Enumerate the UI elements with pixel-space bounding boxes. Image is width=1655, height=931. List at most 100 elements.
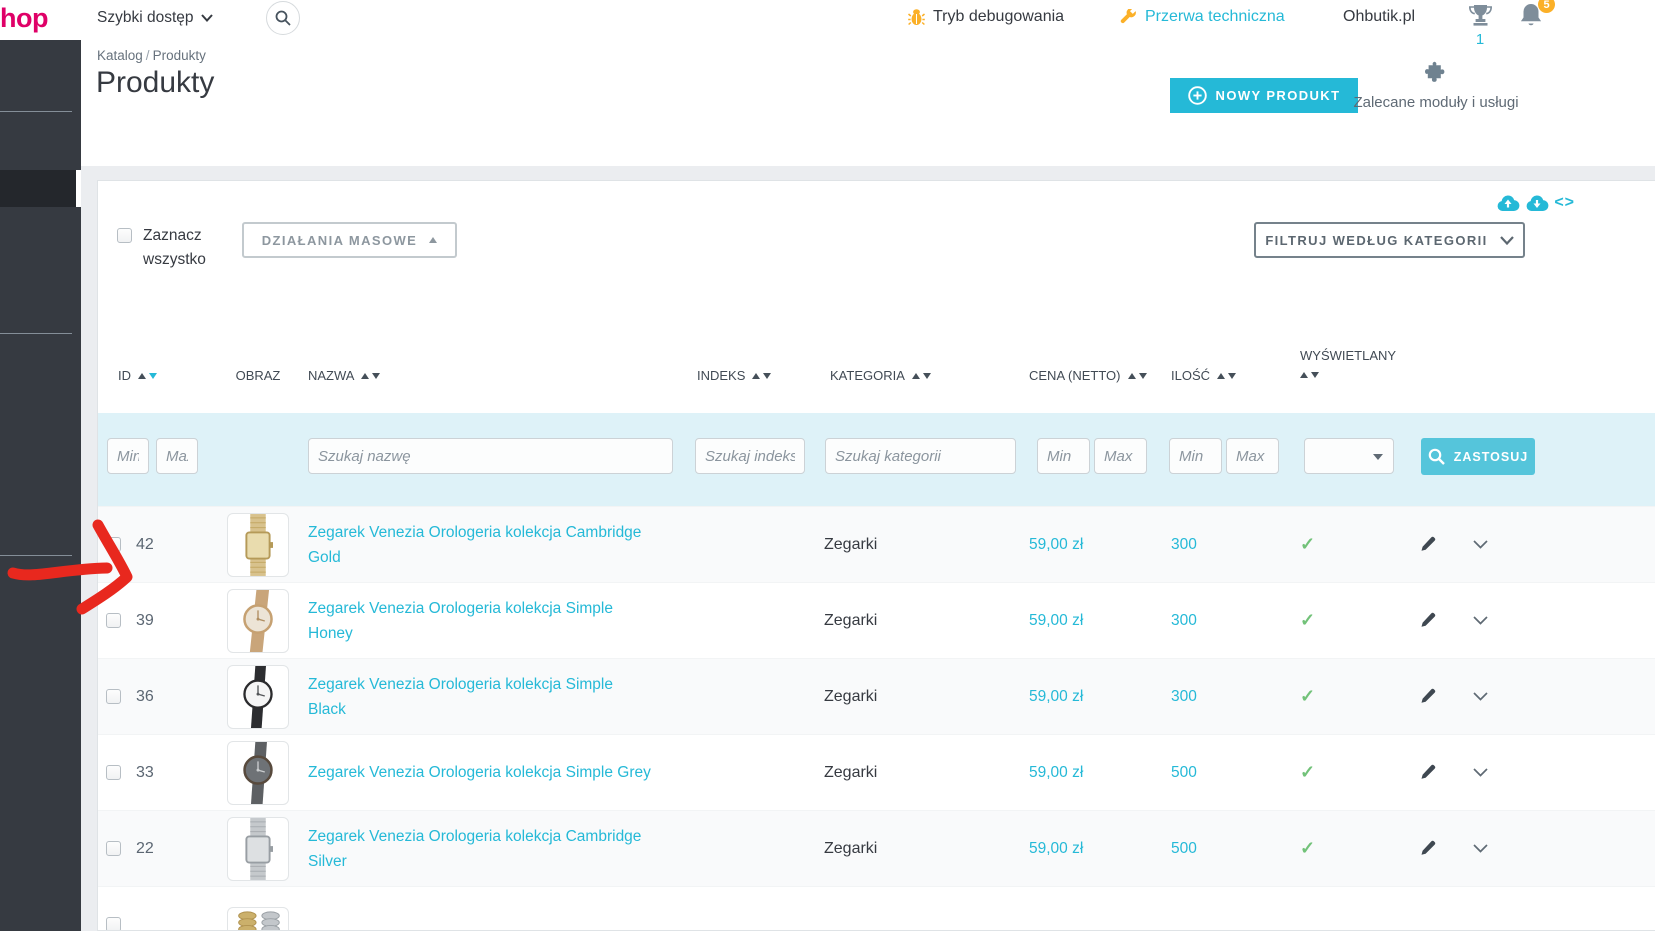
product-image-silver-rectangular-watch[interactable] — [227, 816, 289, 881]
filter-by-category-button[interactable]: FILTRUJ WEDŁUG KATEGORII — [1254, 222, 1525, 258]
product-name-link[interactable]: Zegarek Venezia Orologeria kolekcja Simp… — [308, 760, 653, 785]
displayed-check-icon[interactable]: ✓ — [1278, 838, 1413, 859]
sort-asc-icon[interactable] — [911, 372, 920, 379]
sidebar-item-active-catalog[interactable] — [0, 170, 76, 207]
search-button[interactable] — [266, 1, 300, 35]
sort-desc-icon[interactable] — [149, 372, 157, 379]
column-header-quantity[interactable]: ILOŚĆ — [1163, 368, 1278, 383]
filter-qty-max-input[interactable] — [1226, 438, 1279, 474]
sql-query-icon[interactable]: <> — [1554, 194, 1575, 212]
filter-qty-min-input[interactable] — [1169, 438, 1222, 474]
product-price[interactable]: 59,00 zł — [1013, 612, 1163, 630]
new-product-button[interactable]: NOWY PRODUKT — [1170, 78, 1358, 113]
table-row[interactable]: 36 Zegarek Venezia Orologeria kolekcja S… — [98, 658, 1655, 734]
column-header-id[interactable]: ID — [98, 368, 208, 383]
row-dropdown-chevron-icon[interactable] — [1473, 692, 1488, 701]
product-image-honey-round-watch[interactable] — [227, 588, 289, 653]
sort-desc-icon[interactable] — [1228, 372, 1237, 379]
sort-desc-icon[interactable] — [1138, 372, 1147, 379]
column-header-displayed[interactable]: WYŚWIETLANY — [1278, 347, 1413, 383]
product-quantity[interactable]: 300 — [1163, 612, 1278, 630]
filter-id-min-input[interactable] — [107, 438, 149, 474]
displayed-check-icon[interactable]: ✓ — [1278, 686, 1413, 707]
sort-asc-icon[interactable] — [361, 372, 370, 379]
row-checkbox[interactable] — [105, 765, 121, 780]
column-header-category[interactable]: KATEGORIA — [818, 368, 1013, 383]
column-header-index[interactable]: INDEKS — [693, 368, 818, 383]
export-cloud-icon[interactable] — [1496, 194, 1520, 212]
sort-asc-icon[interactable] — [1217, 372, 1226, 379]
product-image-grey-round-watch[interactable] — [227, 740, 289, 805]
product-price[interactable]: 59,00 zł — [1013, 764, 1163, 782]
product-image-gold-rectangular-watch[interactable] — [227, 512, 289, 577]
table-row[interactable]: 22 Zegarek Venezia Orologeria kolekcja C… — [98, 810, 1655, 886]
gamification-button[interactable]: 1 — [1465, 4, 1495, 48]
edit-pencil-icon[interactable] — [1419, 840, 1436, 857]
filter-name-input[interactable] — [308, 438, 673, 474]
row-checkbox[interactable] — [105, 537, 121, 552]
grey-watch-image — [243, 741, 273, 804]
breadcrumb-parent[interactable]: Katalog — [97, 48, 143, 63]
product-name-link[interactable]: Zegarek Venezia Orologeria kolekcja Camb… — [308, 520, 653, 570]
table-row[interactable]: 39 Zegarek Venezia Orologeria kolekcja S… — [98, 582, 1655, 658]
product-name-link[interactable]: Zegarek Venezia Orologeria kolekcja Simp… — [308, 596, 653, 646]
table-row-partial[interactable] — [98, 886, 1655, 930]
shop-name-link[interactable]: Ohbutik.pl — [1343, 8, 1415, 26]
sort-asc-icon[interactable] — [752, 372, 761, 379]
displayed-check-icon[interactable]: ✓ — [1278, 610, 1413, 631]
product-price[interactable]: 59,00 zł — [1013, 840, 1163, 858]
displayed-check-icon[interactable]: ✓ — [1278, 762, 1413, 783]
edit-pencil-icon[interactable] — [1419, 612, 1436, 629]
sort-desc-icon[interactable] — [372, 372, 381, 379]
sort-asc-icon[interactable] — [138, 372, 146, 379]
product-image-black-round-watch[interactable] — [227, 664, 289, 729]
maintenance-link[interactable]: Przerwa techniczna — [1120, 8, 1285, 26]
displayed-check-icon[interactable]: ✓ — [1278, 534, 1413, 555]
column-header-name[interactable]: NAZWA — [308, 368, 693, 383]
filter-category-input[interactable] — [825, 438, 1016, 474]
product-name-link[interactable]: Zegarek Venezia Orologeria kolekcja Camb… — [308, 824, 653, 874]
edit-pencil-icon[interactable] — [1419, 536, 1436, 553]
product-quantity[interactable]: 500 — [1163, 840, 1278, 858]
filter-price-max-input[interactable] — [1094, 438, 1147, 474]
row-checkbox[interactable] — [105, 613, 121, 628]
row-checkbox[interactable] — [105, 689, 121, 704]
row-dropdown-chevron-icon[interactable] — [1473, 616, 1488, 625]
import-cloud-icon[interactable] — [1525, 194, 1549, 212]
column-header-price[interactable]: CENA (NETTO) — [1013, 368, 1163, 383]
sort-desc-icon[interactable] — [922, 372, 931, 379]
product-name-link[interactable]: Zegarek Venezia Orologeria kolekcja Simp… — [308, 672, 653, 722]
wrench-icon — [1120, 8, 1136, 23]
bulk-actions-button[interactable]: DZIAŁANIA MASOWE — [242, 222, 457, 258]
product-image-gold-and-silver-watch-bands[interactable] — [227, 907, 289, 930]
recommended-modules-link[interactable]: Zalecane moduły i usługi — [1331, 60, 1541, 111]
row-dropdown-chevron-icon[interactable] — [1473, 768, 1488, 777]
product-price[interactable]: 59,00 zł — [1013, 536, 1163, 554]
filter-price-min-input[interactable] — [1037, 438, 1090, 474]
quick-access-menu[interactable]: Szybki dostęp — [97, 9, 213, 27]
product-quantity[interactable]: 500 — [1163, 764, 1278, 782]
sort-asc-icon[interactable] — [1127, 372, 1136, 379]
product-price[interactable]: 59,00 zł — [1013, 688, 1163, 706]
sort-desc-icon[interactable] — [763, 372, 772, 379]
row-dropdown-chevron-icon[interactable] — [1473, 540, 1488, 549]
filter-index-input[interactable] — [695, 438, 805, 474]
sort-desc-icon[interactable] — [1311, 372, 1319, 378]
table-row[interactable]: 42 Zegarek Venezia Orologeria kolekcja C… — [98, 506, 1655, 582]
row-checkbox[interactable] — [105, 917, 121, 930]
product-category: Zegarki — [824, 687, 878, 705]
apply-filters-button[interactable]: ZASTOSUJ — [1421, 438, 1535, 475]
select-all-checkbox[interactable] — [117, 228, 132, 243]
sidebar-nav[interactable] — [0, 40, 81, 931]
edit-pencil-icon[interactable] — [1419, 764, 1436, 781]
sort-asc-icon[interactable] — [1300, 372, 1308, 378]
edit-pencil-icon[interactable] — [1419, 688, 1436, 705]
row-checkbox[interactable] — [105, 841, 121, 856]
product-quantity[interactable]: 300 — [1163, 536, 1278, 554]
filter-id-max-input[interactable] — [156, 438, 198, 474]
filter-displayed-select[interactable] — [1304, 438, 1394, 474]
notifications-button[interactable]: 5 — [1518, 0, 1555, 32]
row-dropdown-chevron-icon[interactable] — [1473, 844, 1488, 853]
product-quantity[interactable]: 300 — [1163, 688, 1278, 706]
table-row[interactable]: 33 Zegarek Venezia Orologeria kolekcja S… — [98, 734, 1655, 810]
